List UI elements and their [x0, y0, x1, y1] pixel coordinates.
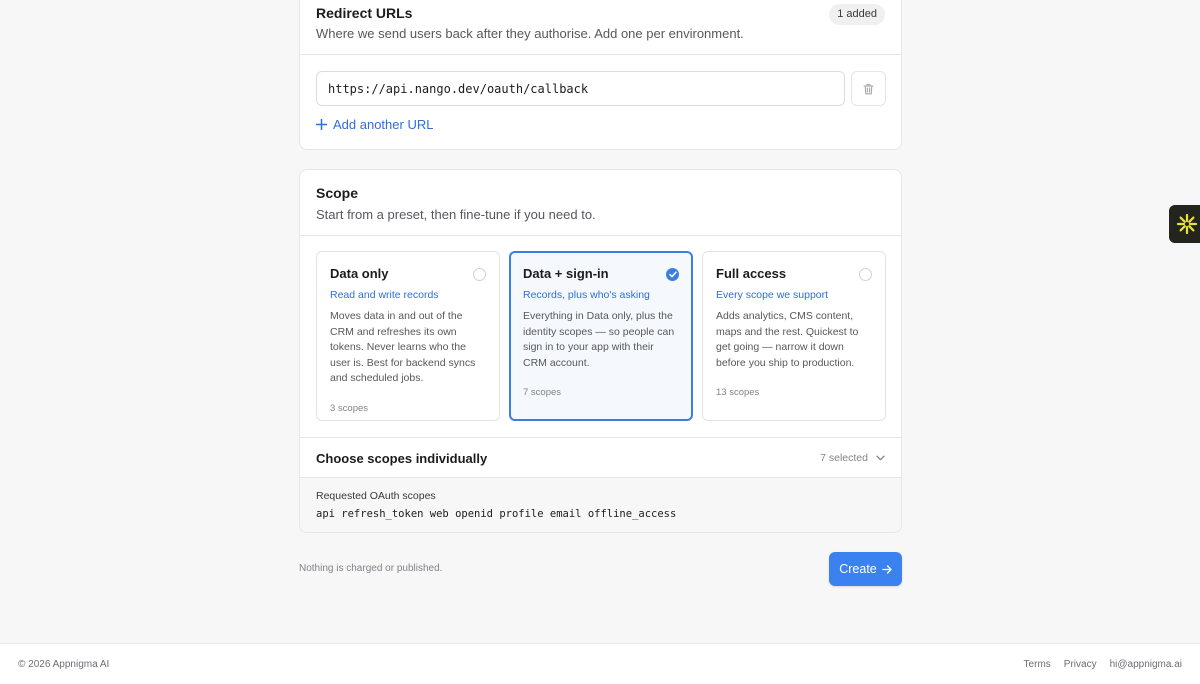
redirect-urls-title: Redirect URLs — [316, 5, 413, 21]
preset-radio-unchecked[interactable] — [473, 268, 486, 281]
preset-tagline: Every scope we support — [716, 289, 829, 301]
preset-scope-count: 3 scopes — [330, 402, 369, 414]
preset-description: Adds analytics, CMS content, maps and th… — [716, 310, 859, 369]
footer-link-email[interactable]: hi@appnigma.ai — [1110, 659, 1182, 670]
scope-subtitle: Start from a preset, then fine-tune if y… — [316, 207, 596, 222]
preset-tagline: Records, plus who's asking — [523, 289, 650, 301]
redirect-urls-subtitle: Where we send users back after they auth… — [316, 26, 744, 41]
add-another-url-link[interactable]: Add another URL — [316, 117, 433, 132]
preset-tagline: Read and write records — [330, 289, 439, 301]
requested-scopes-panel: Requested OAuth scopes api refresh_token… — [300, 477, 901, 532]
arrow-right-icon — [882, 564, 892, 574]
add-another-url-label: Add another URL — [333, 117, 434, 132]
urls-count-badge: 1 added — [829, 4, 885, 25]
footer-links: Terms Privacy hi@appnigma.ai — [1024, 659, 1182, 670]
preset-title: Data only — [330, 266, 389, 281]
scope-title: Scope — [316, 185, 359, 201]
floating-assistant-button[interactable] — [1169, 205, 1200, 243]
redirect-divider — [300, 54, 901, 55]
preset-title: Data + sign-in — [523, 266, 609, 281]
preset-radio-checked[interactable] — [666, 268, 679, 281]
sparkle-icon — [1176, 213, 1198, 235]
create-label: Create — [839, 562, 877, 576]
requested-scopes-label: Requested OAuth scopes — [316, 490, 436, 502]
page-footer: © 2026 Appnigma AI Terms Privacy hi@appn… — [0, 643, 1200, 684]
redirect-urls-card: Redirect URLs 1 added Where we send user… — [299, 0, 902, 150]
preset-title: Full access — [716, 266, 787, 281]
choose-scopes-count-group: 7 selected — [820, 452, 885, 464]
choose-scopes-toggle[interactable]: Choose scopes individually 7 selected — [300, 438, 901, 478]
chevron-down-icon — [876, 455, 885, 461]
plus-icon — [316, 119, 327, 130]
redirect-url-input[interactable] — [316, 71, 845, 106]
preset-data-only[interactable]: Data only Read and write records Moves d… — [316, 251, 500, 421]
preset-description: Everything in Data only, plus the identi… — [523, 310, 675, 369]
footer-link-terms[interactable]: Terms — [1024, 659, 1051, 670]
check-icon — [668, 271, 677, 278]
scope-card: Scope Start from a preset, then fine-tun… — [299, 169, 902, 533]
scope-divider — [300, 235, 901, 236]
selected-count: 7 selected — [820, 452, 868, 464]
footer-link-privacy[interactable]: Privacy — [1064, 659, 1097, 670]
choose-scopes-label: Choose scopes individually — [316, 450, 488, 466]
delete-url-button[interactable] — [851, 71, 886, 106]
requested-scopes-value: api refresh_token web openid profile ema… — [316, 508, 677, 520]
copyright: © 2026 Appnigma AI — [18, 658, 110, 670]
trash-icon — [863, 83, 874, 94]
create-button[interactable]: Create — [829, 552, 902, 586]
preset-full-access[interactable]: Full access Every scope we support Adds … — [702, 251, 886, 421]
preset-scope-count: 7 scopes — [523, 387, 562, 398]
charge-note: Nothing is charged or published. — [299, 563, 443, 574]
preset-scope-count: 13 scopes — [716, 387, 760, 398]
preset-description: Moves data in and out of the CRM and ref… — [330, 310, 476, 384]
preset-data-sign-in[interactable]: Data + sign-in Records, plus who's askin… — [509, 251, 693, 421]
preset-radio-unchecked[interactable] — [859, 268, 872, 281]
